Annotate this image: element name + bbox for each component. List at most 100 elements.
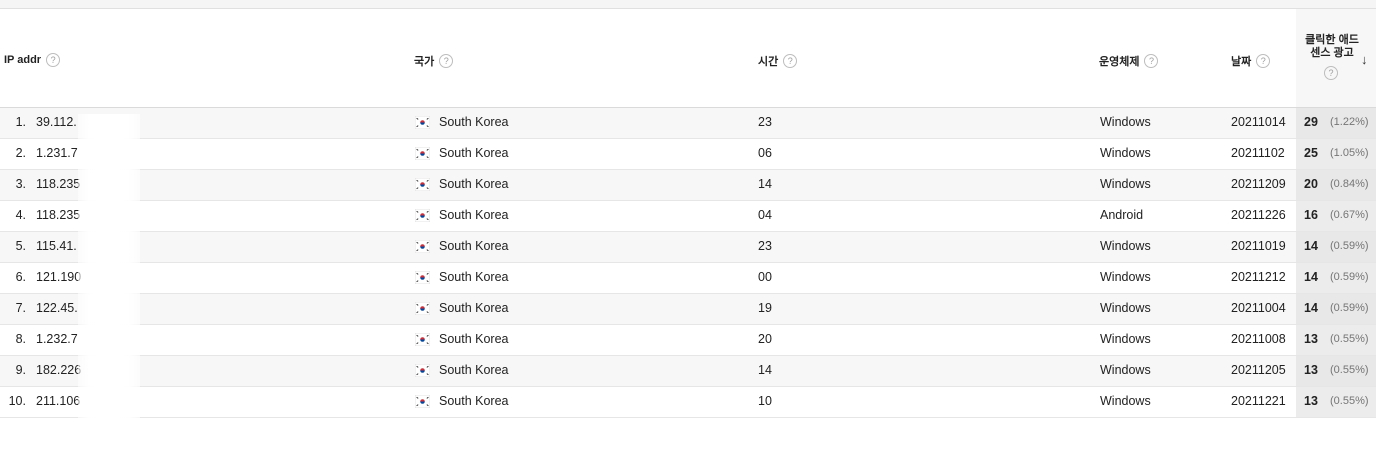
date-value: 20211209 <box>1231 177 1286 191</box>
south-korea-flag-icon <box>414 363 431 378</box>
sort-descending-icon[interactable]: ↓ <box>1361 52 1368 67</box>
south-korea-flag-icon <box>414 208 431 223</box>
os-value: Windows <box>1100 177 1151 191</box>
column-header-country[interactable]: 국가 ? <box>414 53 454 69</box>
clicks-label-line2: 센스 광고 <box>1310 47 1354 59</box>
row-index: 5. <box>15 239 26 253</box>
table-row[interactable]: 1. 39.112. South Korea 23 Windows 20211014 29 (… <box>0 108 1376 139</box>
country-link[interactable]: South Korea <box>439 270 509 284</box>
date-value: 20211019 <box>1231 239 1286 253</box>
adsense-clicks-cell: 20 (0.84%) <box>1296 170 1376 200</box>
row-index: 8. <box>15 332 26 346</box>
row-index: 1. <box>15 115 26 129</box>
ip-address-link[interactable]: 115.41. <box>36 239 77 253</box>
hour-value: 00 <box>758 270 772 284</box>
help-icon[interactable]: ? <box>1324 66 1338 80</box>
adsense-clicks-cell: 25 (1.05%) <box>1296 139 1376 169</box>
redaction-blur <box>78 114 140 418</box>
adsense-clicks-cell: 14 (0.59%) <box>1296 232 1376 262</box>
date-value: 20211102 <box>1231 146 1285 160</box>
ip-address-link[interactable]: 121.190 <box>36 270 81 284</box>
os-value: Windows <box>1100 363 1151 377</box>
os-value: Windows <box>1100 146 1151 160</box>
top-toolbar-strip <box>0 0 1376 9</box>
adsense-clicks-value: 25 <box>1304 146 1318 160</box>
column-header-ip-label: IP addr <box>4 54 42 66</box>
help-icon[interactable]: ? <box>783 54 798 68</box>
country-link[interactable]: South Korea <box>439 115 509 129</box>
country-link[interactable]: South Korea <box>439 363 509 377</box>
adsense-clicks-value: 13 <box>1304 394 1318 408</box>
date-value: 20211205 <box>1231 363 1286 377</box>
country-link[interactable]: South Korea <box>439 332 509 346</box>
country-link[interactable]: South Korea <box>439 177 509 191</box>
country-link[interactable]: South Korea <box>439 208 509 222</box>
os-value: Windows <box>1100 115 1151 129</box>
ip-address-link[interactable]: 122.45. <box>36 301 78 315</box>
south-korea-flag-icon <box>414 394 431 409</box>
column-header-time-label: 시간 <box>758 56 779 68</box>
table-row[interactable]: 3. 118.235 South Korea 14 Windows 20211209 20 (… <box>0 170 1376 201</box>
column-header-adsense-clicks[interactable]: 클릭한 애드 센스 광고 ↓ ? <box>1296 9 1376 107</box>
south-korea-flag-icon <box>414 146 431 161</box>
ip-address-link[interactable]: 182.226 <box>36 363 81 377</box>
table-row[interactable]: 4. 118.235 South Korea 04 Android 20211226 16 (… <box>0 201 1376 232</box>
ip-address-link[interactable]: 1.232.7 <box>36 332 78 346</box>
ip-address-link[interactable]: 118.235 <box>36 208 80 222</box>
column-header-ip[interactable]: IP addr ? <box>4 53 61 67</box>
date-value: 20211008 <box>1231 332 1286 346</box>
date-value: 20211212 <box>1231 270 1286 284</box>
os-value: Windows <box>1100 394 1151 408</box>
adsense-clicks-cell: 29 (1.22%) <box>1296 108 1376 138</box>
south-korea-flag-icon <box>414 177 431 192</box>
adsense-clicks-percent: (0.55%) <box>1330 333 1369 345</box>
table-row[interactable]: 7. 122.45. South Korea 19 Windows 20211004 14 (… <box>0 294 1376 325</box>
adsense-clicks-percent: (0.59%) <box>1330 302 1369 314</box>
table-row[interactable]: 6. 121.190 South Korea 00 Windows 20211212 14 (… <box>0 263 1376 294</box>
os-value: Windows <box>1100 332 1151 346</box>
country-link[interactable]: South Korea <box>439 239 509 253</box>
south-korea-flag-icon <box>414 301 431 316</box>
hour-value: 23 <box>758 115 772 129</box>
table-row[interactable]: 5. 115.41. South Korea 23 Windows 20211019 14 (… <box>0 232 1376 263</box>
row-index: 9. <box>15 363 26 377</box>
adsense-clicks-percent: (0.59%) <box>1330 240 1369 252</box>
row-index: 7. <box>15 301 26 315</box>
country-link[interactable]: South Korea <box>439 146 509 160</box>
table-row[interactable]: 2. 1.231.7 South Korea 06 Windows 20211102 25 (… <box>0 139 1376 170</box>
country-link[interactable]: South Korea <box>439 394 509 408</box>
row-index: 4. <box>15 208 26 222</box>
adsense-clicks-value: 14 <box>1304 301 1318 315</box>
ip-address-link[interactable]: 211.106 <box>36 394 80 408</box>
report-table: IP addr ? 국가 ? 시간 ? 운영체제 ? 날짜 ? 클릭한 애드 센… <box>0 9 1376 418</box>
row-index: 2. <box>15 146 26 160</box>
hour-value: 06 <box>758 146 772 160</box>
country-link[interactable]: South Korea <box>439 301 509 315</box>
column-header-time[interactable]: 시간 ? <box>758 53 798 69</box>
table-row[interactable]: 8. 1.232.7 South Korea 20 Windows 20211008 13 (… <box>0 325 1376 356</box>
table-row[interactable]: 9. 182.226 South Korea 14 Windows 20211205 13 (… <box>0 356 1376 387</box>
ip-address-link[interactable]: 1.231.7 <box>36 146 78 160</box>
hour-value: 19 <box>758 301 772 315</box>
help-icon[interactable]: ? <box>46 53 61 67</box>
adsense-clicks-percent: (1.05%) <box>1330 147 1369 159</box>
help-icon[interactable]: ? <box>1144 54 1159 68</box>
column-header-date[interactable]: 날짜 ? <box>1231 53 1271 69</box>
os-value: Windows <box>1100 301 1151 315</box>
adsense-clicks-value: 13 <box>1304 332 1318 346</box>
adsense-clicks-percent: (0.67%) <box>1330 209 1369 221</box>
adsense-clicks-value: 20 <box>1304 177 1318 191</box>
os-value: Windows <box>1100 270 1151 284</box>
hour-value: 20 <box>758 332 772 346</box>
table-row[interactable]: 10. 211.106 South Korea 10 Windows 20211221 13… <box>0 387 1376 418</box>
row-index: 6. <box>15 270 26 284</box>
help-icon[interactable]: ? <box>1256 54 1271 68</box>
os-value: Windows <box>1100 239 1151 253</box>
adsense-clicks-percent: (0.59%) <box>1330 271 1369 283</box>
hour-value: 14 <box>758 363 772 377</box>
help-icon[interactable]: ? <box>439 54 454 68</box>
ip-address-link[interactable]: 118.235 <box>36 177 80 191</box>
hour-value: 23 <box>758 239 772 253</box>
ip-address-link[interactable]: 39.112. <box>36 115 77 129</box>
column-header-os[interactable]: 운영체제 ? <box>1099 53 1159 69</box>
